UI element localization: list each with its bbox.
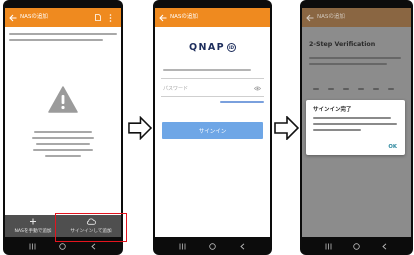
blurred-text-line bbox=[9, 39, 103, 41]
blurred-text-line bbox=[36, 143, 90, 145]
blurred-link-text bbox=[220, 101, 264, 103]
code-digit-slot bbox=[388, 88, 394, 90]
blurred-text-line bbox=[313, 117, 391, 119]
blurred-text-line bbox=[313, 123, 397, 125]
screen: NASの追加 QNAP ID サインイン bbox=[155, 8, 270, 237]
header-title: NASの追加 bbox=[170, 14, 198, 20]
eye-icon[interactable] bbox=[254, 86, 261, 91]
right-arrow-icon bbox=[128, 116, 152, 140]
code-digit-slot bbox=[358, 88, 364, 90]
blurred-text-line bbox=[9, 33, 117, 35]
add-nas-manually-label: NASを手動で追加 bbox=[14, 229, 52, 234]
document-icon[interactable] bbox=[95, 14, 101, 21]
home-icon[interactable] bbox=[59, 242, 67, 250]
app-header: NASの追加 bbox=[5, 8, 121, 27]
app-header: NASの追加 bbox=[302, 8, 411, 27]
recents-icon[interactable] bbox=[325, 243, 332, 250]
code-digit-slot bbox=[373, 88, 379, 90]
warning-icon bbox=[48, 86, 78, 113]
code-digit-slot bbox=[328, 88, 334, 90]
home-icon[interactable] bbox=[353, 242, 360, 250]
screen-dimmed: NASの追加 2-Step Verification サインイン完了 OK bbox=[302, 8, 411, 237]
android-nav-bar bbox=[153, 237, 272, 255]
code-digit-slot bbox=[313, 88, 319, 90]
add-nas-manually-button[interactable]: NASを手動で追加 bbox=[5, 215, 61, 237]
email-field[interactable] bbox=[161, 64, 264, 79]
sign-in-button-label: サインイン bbox=[198, 128, 227, 135]
blurred-text-line bbox=[34, 131, 92, 133]
header-title: NASの追加 bbox=[317, 14, 345, 20]
header-title: NASの追加 bbox=[20, 14, 48, 20]
logo-suffix: ID bbox=[226, 42, 236, 52]
sign-in-complete-dialog: サインイン完了 OK bbox=[306, 100, 405, 155]
back-arrow-icon bbox=[306, 14, 314, 21]
back-arrow-icon[interactable] bbox=[9, 14, 17, 22]
blurred-text-line bbox=[309, 63, 387, 65]
logo-brand: QNAP bbox=[189, 41, 225, 53]
highlight-box bbox=[55, 213, 127, 242]
back-icon[interactable] bbox=[90, 242, 97, 250]
code-input-row bbox=[302, 88, 411, 91]
blurred-text-line bbox=[309, 57, 401, 59]
email-input[interactable] bbox=[161, 64, 264, 77]
phone-two-step-verification: NASの追加 2-Step Verification サインイン完了 OK bbox=[300, 0, 413, 255]
qnap-id-logo: QNAP ID bbox=[155, 41, 270, 53]
page-title: 2-Step Verification bbox=[309, 41, 376, 48]
forgot-password-link[interactable] bbox=[220, 100, 264, 105]
android-nav-bar bbox=[300, 237, 413, 255]
password-field[interactable] bbox=[161, 82, 264, 97]
phone-qnap-id-sign-in: NASの追加 QNAP ID サインイン bbox=[153, 0, 272, 255]
back-icon[interactable] bbox=[239, 242, 246, 250]
back-icon[interactable] bbox=[381, 242, 388, 250]
more-vert-icon[interactable] bbox=[109, 13, 112, 22]
password-input[interactable] bbox=[161, 82, 264, 95]
sign-in-button[interactable]: サインイン bbox=[162, 122, 263, 139]
dialog-ok-button[interactable]: OK bbox=[388, 144, 397, 150]
blurred-text-line bbox=[33, 149, 93, 151]
screen: NASの追加 NASを手動で追加 サインインして追加 bbox=[5, 8, 121, 237]
code-digit-slot bbox=[343, 88, 349, 90]
recents-icon[interactable] bbox=[29, 243, 36, 250]
home-icon[interactable] bbox=[209, 242, 216, 250]
dialog-title: サインイン完了 bbox=[313, 107, 352, 113]
recents-icon[interactable] bbox=[179, 243, 186, 250]
blurred-text-line bbox=[45, 155, 81, 157]
blurred-text-line bbox=[313, 129, 361, 131]
blurred-text-line bbox=[32, 137, 94, 139]
right-arrow-icon bbox=[274, 116, 299, 140]
back-arrow-icon[interactable] bbox=[159, 14, 167, 22]
plus-icon bbox=[30, 218, 36, 225]
app-header: NASの追加 bbox=[155, 8, 270, 27]
